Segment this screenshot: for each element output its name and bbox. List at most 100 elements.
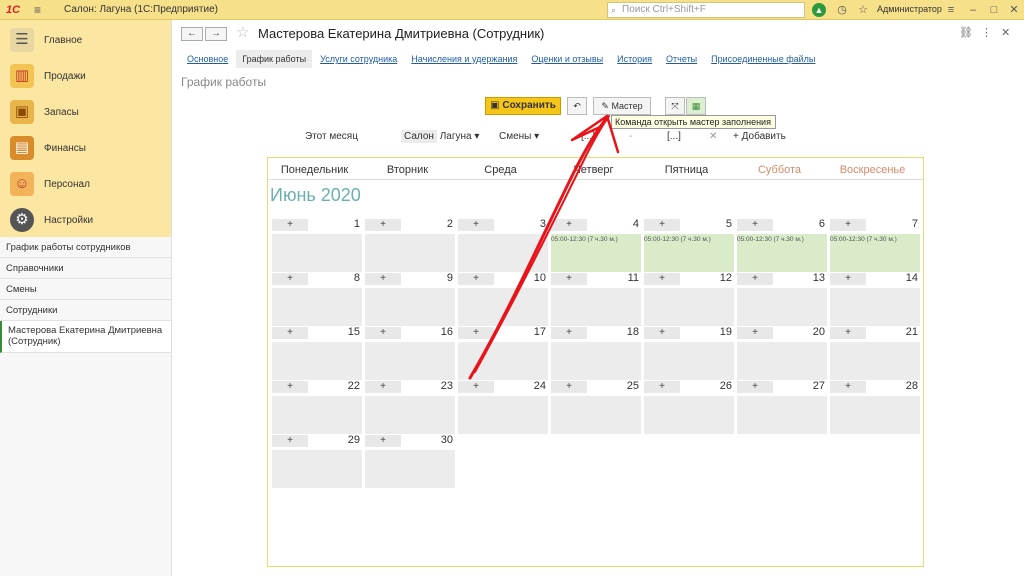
day-body[interactable] — [830, 288, 920, 326]
menu-icon[interactable]: ≡ — [34, 3, 48, 17]
sidebar-sub-employees[interactable]: Сотрудники — [0, 300, 171, 321]
day-body[interactable] — [644, 288, 734, 326]
add-shift-button[interactable]: + — [365, 381, 401, 393]
sidebar-item-sales[interactable]: ▥ Продажи — [0, 58, 171, 94]
calendar-day-cell[interactable]: +6 05:00-12:30 (7 ч.30 м.) — [735, 218, 827, 272]
add-shift-button[interactable]: + — [830, 381, 866, 393]
add-shift-button[interactable]: + — [365, 435, 401, 447]
sidebar-sub-schedule[interactable]: График работы сотрудников — [0, 237, 171, 258]
shifts-filter[interactable]: Смены ▾ — [499, 131, 539, 142]
search-input[interactable]: ⌕ Поиск Ctrl+Shift+F — [607, 2, 805, 18]
tab-services[interactable]: Услуги сотрудника — [314, 50, 403, 68]
tab-history[interactable]: История — [611, 50, 658, 68]
fullscreen-button[interactable]: ⤧ — [665, 97, 685, 115]
sidebar-item-stock[interactable]: ▣ Запасы — [0, 94, 171, 130]
add-shift-button[interactable]: + — [272, 327, 308, 339]
day-body[interactable] — [737, 396, 827, 434]
add-shift-button[interactable]: + — [830, 327, 866, 339]
add-button[interactable]: + Добавить — [733, 131, 786, 142]
calendar-day-cell[interactable]: +19 — [642, 326, 734, 380]
calendar-day-cell[interactable]: +27 — [735, 380, 827, 434]
shift-entry[interactable]: 05:00-12:30 (7 ч.30 м.) — [551, 236, 618, 243]
calendar-day-cell[interactable]: +25 — [549, 380, 641, 434]
save-button[interactable]: ▣ Сохранить — [485, 97, 561, 115]
favorites-icon[interactable]: ☆ — [856, 3, 870, 17]
add-shift-button[interactable]: + — [830, 273, 866, 285]
day-body[interactable] — [365, 288, 455, 326]
day-body[interactable] — [365, 342, 455, 380]
calendar-day-cell[interactable]: +30 — [363, 434, 455, 488]
add-shift-button[interactable]: + — [737, 381, 773, 393]
add-shift-button[interactable]: + — [458, 381, 494, 393]
link-icon[interactable]: ⛓ — [959, 26, 973, 39]
maximize-icon[interactable]: □ — [987, 3, 1001, 17]
calendar-day-cell[interactable]: +7 05:00-12:30 (7 ч.30 м.) — [828, 218, 920, 272]
calendar-day-cell[interactable]: +23 — [363, 380, 455, 434]
more-icon[interactable]: ⋮ — [981, 26, 992, 39]
sidebar-sub-catalogs[interactable]: Справочники — [0, 258, 171, 279]
sidebar-item-staff[interactable]: ☺ Персонал — [0, 166, 171, 202]
day-body[interactable] — [551, 342, 641, 380]
day-body[interactable] — [830, 396, 920, 434]
calendar-day-cell[interactable]: +11 — [549, 272, 641, 326]
calendar-day-cell[interactable]: +3 — [456, 218, 548, 272]
shift-entry[interactable]: 05:00-12:30 (7 ч.30 м.) — [644, 236, 711, 243]
calendar-day-cell[interactable]: +28 — [828, 380, 920, 434]
sidebar-item-finance[interactable]: ▤ Финансы — [0, 130, 171, 166]
calendar-day-cell[interactable]: +24 — [456, 380, 548, 434]
user-name[interactable]: Администратор — [877, 4, 942, 14]
day-body[interactable] — [830, 342, 920, 380]
add-shift-button[interactable]: + — [365, 327, 401, 339]
day-body[interactable] — [272, 450, 362, 488]
add-shift-button[interactable]: + — [272, 273, 308, 285]
tab-schedule[interactable]: График работы — [236, 50, 313, 68]
add-shift-button[interactable]: + — [551, 219, 587, 231]
day-body[interactable] — [365, 396, 455, 434]
day-body[interactable] — [458, 288, 548, 326]
close-form-icon[interactable]: ✕ — [1001, 26, 1010, 39]
back-button[interactable]: ← — [181, 27, 203, 41]
add-shift-button[interactable]: + — [458, 327, 494, 339]
sidebar-item-settings[interactable]: ⚙ Настройки — [0, 202, 171, 238]
calendar-day-cell[interactable]: +29 — [270, 434, 362, 488]
add-shift-button[interactable]: + — [737, 327, 773, 339]
add-shift-button[interactable]: + — [551, 273, 587, 285]
calendar-day-cell[interactable]: +18 — [549, 326, 641, 380]
add-shift-button[interactable]: + — [644, 219, 680, 231]
day-body[interactable] — [737, 342, 827, 380]
add-shift-button[interactable]: + — [737, 273, 773, 285]
add-shift-button[interactable]: + — [272, 219, 308, 231]
day-body[interactable] — [737, 288, 827, 326]
day-body[interactable] — [644, 342, 734, 380]
calendar-day-cell[interactable]: +16 — [363, 326, 455, 380]
add-shift-button[interactable]: + — [551, 327, 587, 339]
clear-icon[interactable]: ✕ — [709, 131, 717, 142]
date-to-field[interactable]: [...] — [667, 131, 681, 142]
calendar-day-cell[interactable]: +12 — [642, 272, 734, 326]
add-shift-button[interactable]: + — [365, 219, 401, 231]
add-shift-button[interactable]: + — [551, 381, 587, 393]
tab-reviews[interactable]: Оценки и отзывы — [525, 50, 609, 68]
master-button[interactable]: ✎ Мастер — [593, 97, 651, 115]
calendar-day-cell[interactable]: +1 — [270, 218, 362, 272]
calendar-day-cell[interactable]: +17 — [456, 326, 548, 380]
day-body[interactable] — [644, 396, 734, 434]
add-shift-button[interactable]: + — [644, 273, 680, 285]
calendar-day-cell[interactable]: +15 — [270, 326, 362, 380]
calendar-day-cell[interactable]: +4 05:00-12:30 (7 ч.30 м.) — [549, 218, 641, 272]
calendar-day-cell[interactable]: +14 — [828, 272, 920, 326]
minimize-icon[interactable]: – — [966, 3, 980, 17]
add-shift-button[interactable]: + — [458, 219, 494, 231]
day-body[interactable] — [272, 234, 362, 272]
undo-button[interactable]: ↶ — [567, 97, 587, 115]
grid-view-button[interactable]: ▦ — [686, 97, 706, 115]
period-select[interactable]: Этот месяц — [305, 131, 358, 142]
salon-filter[interactable]: Салон Лагуна ▾ — [401, 130, 479, 143]
calendar-day-cell[interactable]: +2 — [363, 218, 455, 272]
calendar-day-cell[interactable]: +13 — [735, 272, 827, 326]
add-shift-button[interactable]: + — [644, 327, 680, 339]
close-icon[interactable]: ✕ — [1007, 3, 1021, 17]
calendar-day-cell[interactable]: +9 — [363, 272, 455, 326]
tab-attachments[interactable]: Присоединенные файлы — [705, 50, 821, 68]
tab-payroll[interactable]: Начисления и удержания — [405, 50, 523, 68]
